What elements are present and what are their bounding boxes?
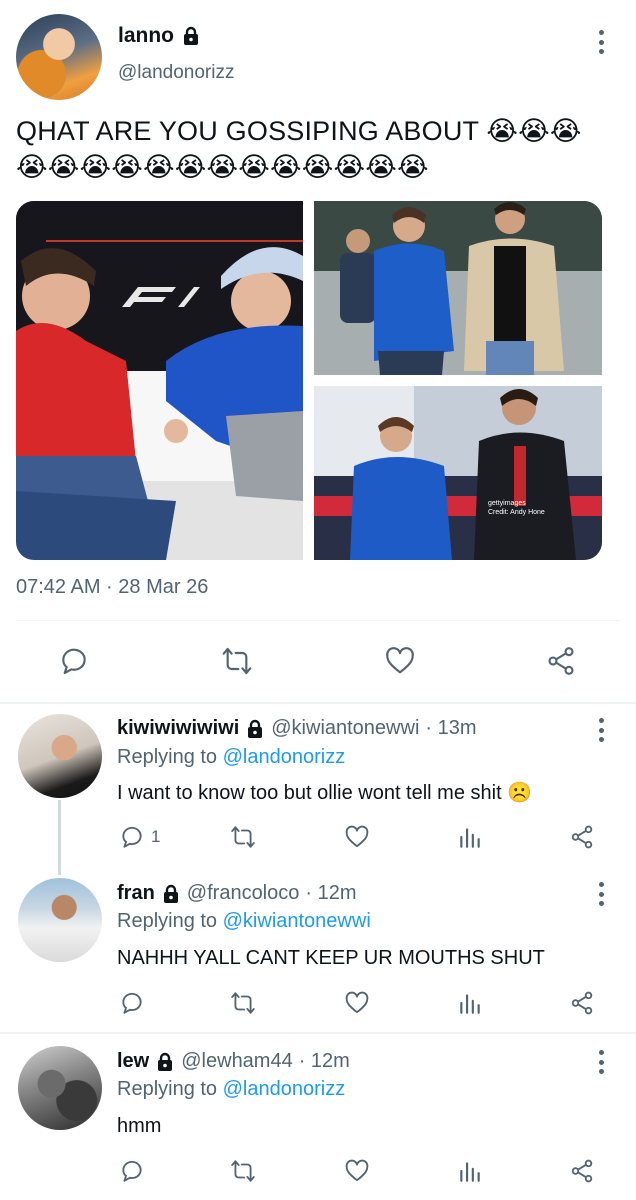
replying-prefix: Replying to: [117, 1078, 218, 1100]
lock-icon: [184, 26, 198, 45]
like-button[interactable]: [344, 990, 370, 1016]
reply-icon: [62, 648, 86, 675]
media-image-3[interactable]: gettyimages Credit: Andy Hone: [314, 386, 602, 560]
replying-to: Replying to @landonorizz: [117, 1078, 345, 1101]
retweet-icon: [231, 1160, 255, 1182]
analytics-icon: [460, 828, 480, 848]
analytics-button[interactable]: [457, 990, 483, 1016]
thread-connector-line: [58, 800, 61, 875]
retweet-button[interactable]: [221, 645, 253, 677]
more-options-icon[interactable]: [596, 30, 606, 54]
reply-tweet: fran @francoloco · 12m Replying to @kiwi…: [0, 868, 636, 1032]
reply-icon: [122, 826, 142, 848]
reply-header: lew @lewham44 · 12m: [117, 1050, 350, 1073]
author-name-row[interactable]: lanno: [118, 24, 201, 48]
avatar[interactable]: [18, 878, 102, 962]
lock-icon: [163, 884, 178, 903]
analytics-button[interactable]: [457, 1158, 483, 1184]
share-icon: [548, 647, 574, 675]
tweet-text: QHAT ARE YOU GOSSIPING ABOUT 😭😭😭 😭😭😭😭😭😭😭…: [16, 113, 616, 185]
lock-icon: [158, 1052, 173, 1071]
like-button[interactable]: [344, 1158, 370, 1184]
reply-button[interactable]: [119, 990, 145, 1016]
share-icon: [571, 991, 593, 1015]
more-options-icon[interactable]: [596, 882, 606, 906]
getty-watermark-text: gettyimages: [488, 500, 526, 507]
reply-handle[interactable]: @lewham44: [181, 1050, 292, 1073]
reply-text: hmm: [117, 1115, 162, 1137]
reply-text: NAHHH YALL CANT KEEP UR MOUTHS SHUT: [117, 947, 545, 969]
avatar[interactable]: [18, 1046, 102, 1130]
reply-text: I want to know too but ollie wont tell m…: [117, 782, 533, 804]
media-image-1-drawing: [16, 201, 303, 560]
reply-header: fran @francoloco · 12m: [117, 882, 357, 905]
more-options-icon[interactable]: [596, 718, 606, 742]
media-image-3-drawing: [314, 386, 602, 560]
retweet-button[interactable]: [230, 1158, 256, 1184]
media-image-2-drawing: [314, 201, 602, 375]
reply-time: · 12m: [298, 1050, 350, 1072]
like-button[interactable]: [344, 824, 370, 850]
share-button[interactable]: [569, 990, 595, 1016]
reply-tweet: lew @lewham44 · 12m Replying to @landono…: [0, 1034, 636, 1200]
replying-to-link[interactable]: @landonorizz: [223, 1078, 346, 1100]
share-button[interactable]: [569, 824, 595, 850]
getty-credit-text: Credit: Andy Hone: [488, 509, 545, 516]
reply-handle[interactable]: @kiwiantonewwi: [271, 717, 419, 740]
f1-logo: [122, 287, 200, 307]
tweet-text-line-1: QHAT ARE YOU GOSSIPING ABOUT 😭😭😭: [16, 116, 582, 146]
like-icon: [345, 991, 369, 1014]
image-watermark: gettyimages Credit: Andy Hone: [488, 499, 545, 517]
like-icon: [386, 647, 414, 674]
author-display-name[interactable]: lanno: [118, 24, 174, 48]
media-image-1[interactable]: [16, 201, 303, 560]
more-options-icon[interactable]: [596, 1050, 606, 1074]
replying-to-link[interactable]: @kiwiantonewwi: [223, 910, 371, 932]
reply-tweet: kiwiwiwiwiwi @kiwiantonewwi · 13m Replyi…: [0, 704, 636, 868]
reply-handle[interactable]: @francoloco: [187, 882, 300, 905]
main-tweet: lanno @landonorizz QHAT ARE YOU GOSSIPIN…: [0, 0, 636, 702]
tweet-timestamp[interactable]: 07:42 AM · 28 Mar 26: [16, 576, 208, 599]
reply-header: kiwiwiwiwiwi @kiwiantonewwi · 13m: [117, 717, 477, 740]
reply-icon: [122, 992, 142, 1014]
lock-icon: [248, 719, 263, 738]
replying-prefix: Replying to: [117, 910, 218, 932]
reply-display-name[interactable]: fran: [117, 882, 155, 905]
reply-button[interactable]: 1: [119, 824, 160, 850]
reply-time: · 13m: [425, 717, 477, 739]
retweet-button[interactable]: [230, 990, 256, 1016]
avatar[interactable]: [18, 714, 102, 798]
reply-count: 1: [151, 827, 161, 846]
reply-display-name[interactable]: lew: [117, 1050, 149, 1073]
replying-prefix: Replying to: [117, 746, 218, 768]
author-handle[interactable]: @landonorizz: [118, 62, 234, 84]
retweet-icon: [231, 992, 255, 1014]
tweet-text-line-2: 😭😭😭😭😭😭😭😭😭😭😭😭😭: [16, 152, 429, 182]
like-button[interactable]: [384, 645, 416, 677]
like-icon: [345, 825, 369, 848]
analytics-icon: [460, 1162, 480, 1182]
share-icon: [571, 1159, 593, 1183]
replying-to: Replying to @landonorizz: [117, 746, 345, 769]
media-grid: gettyimages Credit: Andy Hone: [16, 201, 602, 560]
share-icon: [571, 825, 593, 849]
share-button[interactable]: [545, 645, 577, 677]
analytics-icon: [460, 994, 480, 1014]
media-image-2[interactable]: [314, 201, 602, 375]
like-icon: [345, 1159, 369, 1182]
retweet-icon: [222, 647, 252, 675]
reply-button[interactable]: [58, 645, 90, 677]
avatar[interactable]: [16, 14, 102, 100]
reply-display-name[interactable]: kiwiwiwiwiwi: [117, 717, 239, 740]
replying-to: Replying to @kiwiantonewwi: [117, 910, 371, 933]
share-button[interactable]: [569, 1158, 595, 1184]
reply-button[interactable]: [119, 1158, 145, 1184]
analytics-button[interactable]: [457, 824, 483, 850]
reply-icon: [122, 1160, 142, 1182]
reply-time: · 12m: [305, 882, 357, 904]
divider: [16, 620, 620, 621]
replying-to-link[interactable]: @landonorizz: [223, 746, 346, 768]
retweet-icon: [231, 826, 255, 848]
retweet-button[interactable]: [230, 824, 256, 850]
